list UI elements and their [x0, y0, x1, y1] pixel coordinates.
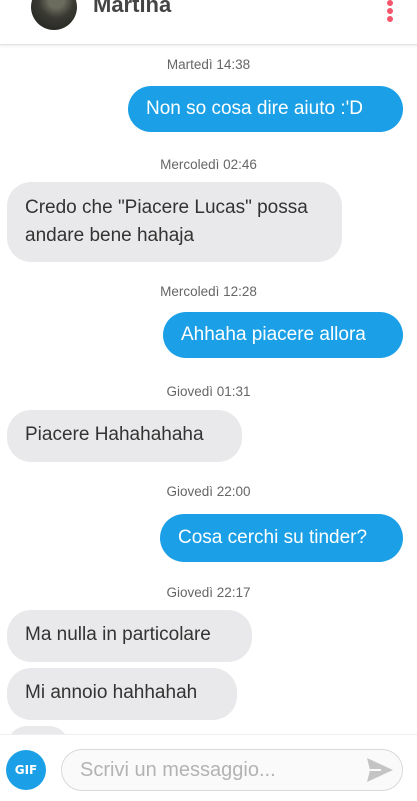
incoming-message-partial: [7, 726, 69, 734]
message-timestamp: Giovedì 22:17: [166, 585, 251, 600]
chat-header: Martina: [0, 0, 417, 45]
message-list[interactable]: Martedì 14:38 Non so cosa dire aiuto :'D…: [0, 44, 417, 734]
message-timestamp: Giovedì 22:00: [166, 484, 251, 499]
avatar[interactable]: [31, 0, 77, 30]
outgoing-message[interactable]: Cosa cerchi su tinder?: [160, 514, 403, 562]
message-timestamp: Mercoledì 02:46: [160, 157, 257, 172]
menu-dot: [387, 0, 393, 6]
message-timestamp: Giovedì 01:31: [166, 384, 251, 399]
menu-dot: [387, 8, 393, 14]
kebab-menu-icon[interactable]: [385, 0, 395, 22]
message-input[interactable]: [61, 749, 403, 791]
outgoing-message[interactable]: Ahhaha piacere allora: [163, 312, 403, 358]
message-timestamp: Martedì 14:38: [166, 57, 251, 72]
contact-name[interactable]: Martina: [93, 0, 171, 18]
menu-dot: [387, 16, 393, 22]
outgoing-message[interactable]: Non so cosa dire aiuto :'D: [128, 86, 403, 132]
message-composer: GIF: [0, 734, 417, 801]
incoming-message[interactable]: Mi annoio hahhahah: [7, 668, 237, 720]
send-icon[interactable]: [365, 756, 395, 784]
message-timestamp: Mercoledì 12:28: [160, 284, 257, 299]
incoming-message[interactable]: Ma nulla in particolare: [7, 610, 252, 662]
gif-button[interactable]: GIF: [6, 750, 46, 790]
incoming-message[interactable]: Credo che "Piacere Lucas" possa andare b…: [7, 182, 342, 262]
incoming-message[interactable]: Piacere Hahahahaha: [7, 410, 242, 462]
